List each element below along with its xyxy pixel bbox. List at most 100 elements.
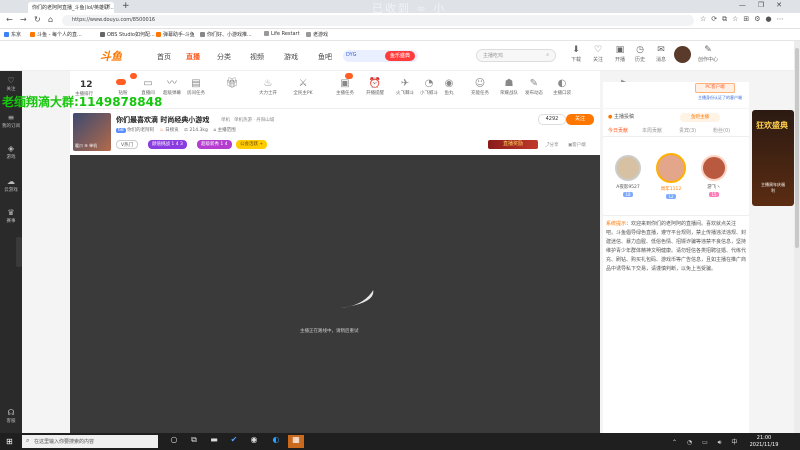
system-label: 系统提示 <box>606 221 627 227</box>
bookmark-item[interactable]: 老游戏 <box>306 31 328 38</box>
gift-item[interactable]: ⏰ 开播提醒 <box>363 78 387 96</box>
bookmark-item[interactable]: 斗鱼 - 每个人的直... <box>30 31 82 38</box>
windows-start-icon[interactable]: ⊞ <box>6 437 13 446</box>
follow-button[interactable]: 关注 <box>566 114 594 125</box>
pc-client-sub[interactable]: 主播身份认证了的客户端 <box>698 95 742 101</box>
sidebar-item-subscriptions[interactable]: ≡ 我的订阅 <box>0 113 22 129</box>
gift-item[interactable]: ✈ 火飞棘斗 <box>393 78 417 96</box>
message-icon[interactable]: ✉ 消息 <box>651 45 671 63</box>
tag-pill[interactable]: 公会活跃 + <box>236 140 268 149</box>
system-tray[interactable]: ⌃ ◔ ▭ 🔊︎ 中 <box>672 437 741 447</box>
tab-week[interactable]: 本周贡献 <box>642 127 662 134</box>
room-category[interactable]: 单机 <box>221 117 230 123</box>
gift-item[interactable]: ☺ 充能任务 <box>468 78 492 96</box>
gift-item[interactable]: ⚔ 全民主PK <box>291 78 315 96</box>
streamer-name[interactable]: 你们的老阿阿 <box>127 128 154 133</box>
widgets-icon[interactable]: ⧉ <box>186 435 202 448</box>
rank-item[interactable]: 周年1112 12 <box>656 153 686 200</box>
nav-category[interactable]: 分类 <box>217 52 231 62</box>
url-text: https://www.douyu.com/8500016 <box>72 17 156 23</box>
rank-item[interactable]: A夜影9527 18 <box>613 155 643 198</box>
tag-pill[interactable]: 超级新秀 1 4 <box>197 140 232 149</box>
reload-icon[interactable]: ↻ <box>34 15 41 24</box>
search-icon: ⌕ <box>26 437 30 444</box>
creator-icon[interactable]: ✎ 创作中心 <box>695 45 721 63</box>
event-badge[interactable]: DYG 鱼乐盛典 <box>343 50 418 62</box>
obs-icon[interactable]: ◉ <box>246 435 262 448</box>
tab-vip[interactable]: 贵宾(3) <box>679 127 696 134</box>
event-badge-right: 鱼乐盛典 <box>385 51 415 61</box>
site-logo[interactable]: 斗鱼 <box>100 48 122 64</box>
room-subcategory[interactable]: 单机热游 · 丹阳山城 <box>234 117 274 123</box>
tag-pill[interactable]: 颜值挑战 1 4 3 <box>148 140 187 149</box>
share-link[interactable]: ⤴分享 <box>545 142 559 148</box>
close-tab-icon[interactable]: ✕ <box>106 3 111 10</box>
pc-client-button[interactable]: PC客户端 <box>695 83 735 93</box>
nav-home[interactable]: 首页 <box>157 52 171 62</box>
taskbar-clock[interactable]: 21:00 2021/11/19 <box>744 435 784 449</box>
gift-item[interactable]: ♨ 大力士开 <box>256 78 280 96</box>
nav-fishbar[interactable]: 鱼吧 <box>318 52 332 62</box>
edge-icon[interactable]: ◐ <box>268 435 284 448</box>
scrollbar-thumb[interactable] <box>795 48 799 248</box>
sidebar-item-support[interactable]: ☊ 客服 <box>0 408 22 424</box>
gift-item[interactable]: ▣ 主播任务 <box>333 78 357 96</box>
rank-avatar <box>615 155 641 181</box>
gift-item[interactable]: 🎁︎ <box>220 78 244 90</box>
reward-banner[interactable]: 直播奖励 <box>488 140 538 149</box>
window-controls[interactable]: —❐✕ <box>739 1 794 9</box>
bookmark-item[interactable]: OBS Studio如何配... <box>100 31 155 38</box>
search-input[interactable]: 主播吃鸡 ⌕ <box>476 49 556 62</box>
nav-games[interactable]: 游戏 <box>284 52 298 62</box>
flame-icon: ♨ <box>159 128 164 133</box>
gift-item[interactable]: ✎ 发布动态 <box>522 78 546 96</box>
nav-video[interactable]: 视频 <box>250 52 264 62</box>
client-link[interactable]: ▣客户端 <box>568 142 586 148</box>
video-player[interactable] <box>70 155 600 433</box>
promo-banner[interactable]: 狂欢盛典 主播周年庆福利 <box>752 110 794 206</box>
sidebar-item-cloud-games[interactable]: ☁ 云游戏 <box>0 177 22 193</box>
forward-icon[interactable]: → <box>20 15 27 24</box>
user-avatar[interactable] <box>674 46 691 63</box>
taskbar-search[interactable]: ⌕ 在这里输入你要搜索的内容 <box>22 435 158 448</box>
broadcast-icon[interactable]: ▣ 开播 <box>610 45 630 63</box>
url-input[interactable]: https://www.douyu.com/8500016 <box>62 15 694 26</box>
download-icon[interactable]: ⬇ 下载 <box>566 45 586 63</box>
loading-swoosh-icon <box>340 290 374 308</box>
browser-tab[interactable]: 你们的老阿阿直播_斗鱼(lol/英雄联... <box>28 2 114 13</box>
history-icon[interactable]: ◷ 历史 <box>630 45 650 63</box>
group2-button[interactable]: 鱼吧主播 <box>680 113 720 122</box>
bookmark-item[interactable]: 你们好、小游戏推... <box>200 31 252 38</box>
bookmark-item[interactable]: Life Restart <box>264 31 300 37</box>
player-status-text: 主播正在路线中，请稍后重试 <box>300 329 359 334</box>
group-label[interactable]: ● 主播投稿 <box>608 113 634 120</box>
tab-fans[interactable]: 粉丝(0) <box>713 127 730 134</box>
promo-sub: 主播周年庆福利 <box>761 182 785 193</box>
sidebar-collapse-handle[interactable] <box>16 237 22 267</box>
tag-pill[interactable]: V热门 <box>116 140 139 149</box>
file-explorer-icon[interactable]: ▬ <box>206 435 222 448</box>
browser-toolbar-icons[interactable]: ☆⟳⧉☆⊞⚙●⋯ <box>700 15 789 24</box>
fishball-icon: ◉ <box>444 78 454 89</box>
sidebar-item-games[interactable]: ◈ 游戏 <box>0 144 22 160</box>
rank-item[interactable]: 游飞ヽ 15 <box>699 155 729 198</box>
back-icon[interactable]: ← <box>6 15 13 24</box>
gift-item[interactable]: ▤ 房间任务 <box>184 78 208 96</box>
tab-today[interactable]: 今日贡献 <box>608 127 628 134</box>
bookmark-item[interactable]: 弹幕助手-斗鱼 <box>156 31 195 38</box>
gift-item[interactable]: ◉ 鱼丸 <box>437 78 461 96</box>
sidebar-item-events[interactable]: ♛ 赛事 <box>0 208 22 224</box>
follow-icon[interactable]: ♡ 关注 <box>588 45 608 63</box>
nav-live[interactable]: 直播 <box>186 52 200 62</box>
gift-item[interactable]: 〰超级弹幕 <box>160 78 184 96</box>
sidebar-item-follow[interactable]: ♡ 关注 <box>0 76 22 92</box>
game-app-icon[interactable]: ▦ <box>288 435 304 448</box>
new-tab-icon[interactable]: + <box>122 1 130 11</box>
search-icon[interactable]: ⌕ <box>546 52 549 58</box>
home-icon[interactable]: ⌂ <box>48 15 53 24</box>
bookmark-item[interactable]: 东京 <box>4 31 21 38</box>
gift-item[interactable]: ☗ 荣耀战队 <box>497 78 521 96</box>
task-view-icon[interactable]: ○ <box>166 435 182 448</box>
app-icon[interactable]: ✔ <box>226 435 242 448</box>
gift-item[interactable]: ◐ 主播口袋 <box>550 78 574 96</box>
